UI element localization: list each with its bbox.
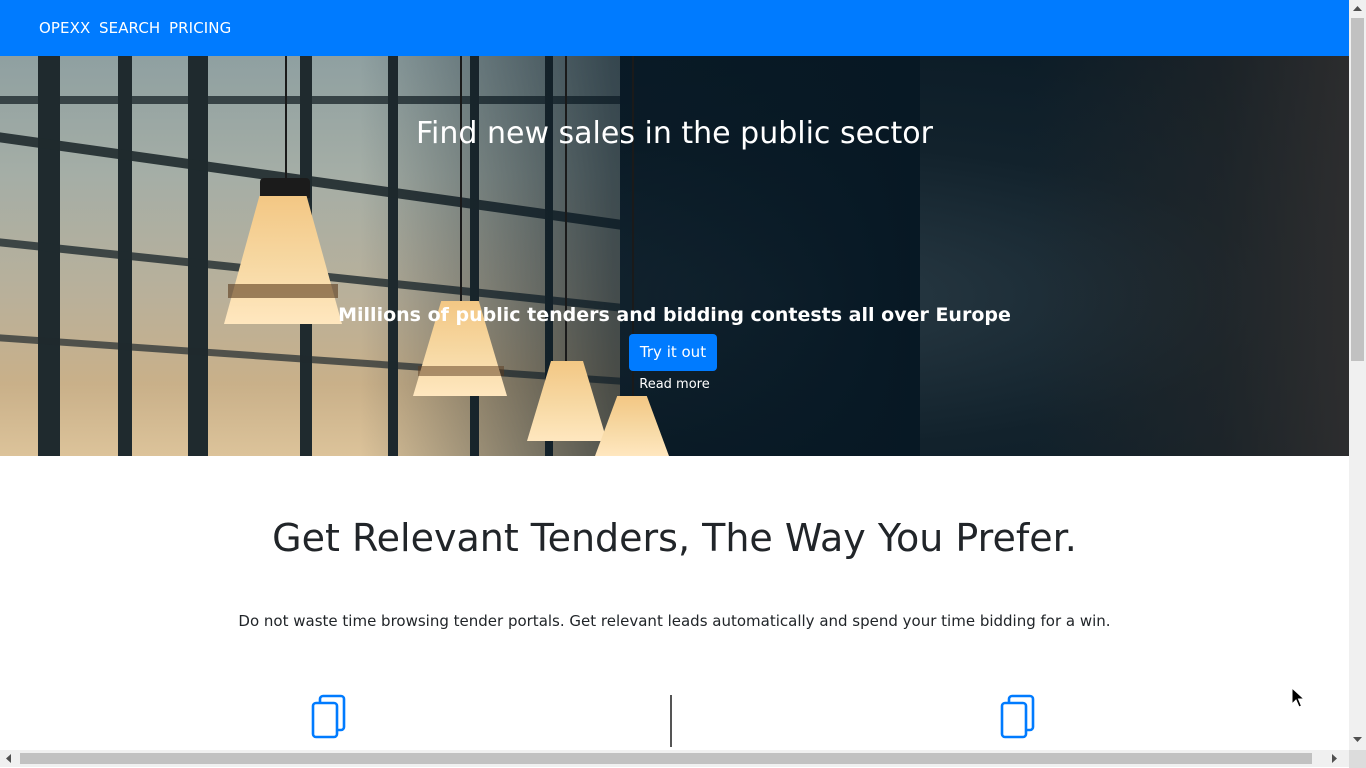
try-it-out-button[interactable]: Try it out <box>629 334 717 371</box>
hero-section: Find new sales in the public sector Mill… <box>0 56 1349 456</box>
nav-item-search[interactable]: SEARCH <box>99 18 160 38</box>
scroll-down-arrow-icon[interactable] <box>1349 731 1366 748</box>
vertical-scrollbar[interactable] <box>1349 0 1366 750</box>
nav-brand-opexx[interactable]: OPEXX <box>39 18 90 38</box>
hero-title: Find new sales in the public sector <box>415 116 933 151</box>
horizontal-scrollbar[interactable] <box>0 750 1349 767</box>
feature-divider <box>670 695 672 747</box>
hero-subtitle: Millions of public tenders and bidding c… <box>338 304 1011 326</box>
mouse-cursor-icon <box>1291 687 1305 708</box>
features-description: Do not waste time browsing tender portal… <box>238 612 1111 630</box>
documents-icon <box>311 694 346 739</box>
scroll-right-arrow-icon[interactable] <box>1326 750 1343 767</box>
top-navbar: OPEXX SEARCH PRICING <box>0 0 1349 56</box>
vertical-scroll-thumb[interactable] <box>1351 18 1364 361</box>
scroll-up-arrow-icon[interactable] <box>1349 0 1366 17</box>
features-title: Get Relevant Tenders, The Way You Prefer… <box>272 516 1077 560</box>
scrollbar-corner <box>1349 750 1366 768</box>
horizontal-scroll-thumb[interactable] <box>20 753 1312 764</box>
page-viewport: OPEXX SEARCH PRICING Find new sales in t… <box>0 0 1349 750</box>
documents-icon <box>1000 694 1035 739</box>
scroll-left-arrow-icon[interactable] <box>0 750 17 767</box>
read-more-link[interactable]: Read more <box>0 376 1349 394</box>
nav-item-pricing[interactable]: PRICING <box>169 18 231 38</box>
